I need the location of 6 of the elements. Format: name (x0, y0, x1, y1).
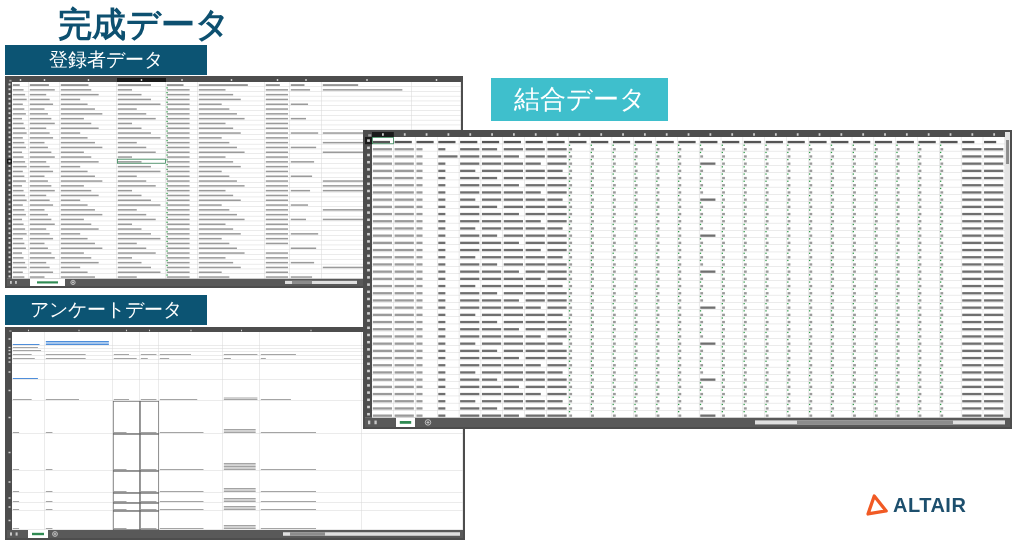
triangle-logo-icon (866, 494, 888, 516)
section-label: アンケートデータ (5, 295, 207, 325)
logo-text: ALTAIR (893, 495, 967, 515)
section-label: 結合データ (491, 78, 668, 121)
slide-title: 完成データ (58, 4, 230, 45)
section-label: 登録者データ (5, 45, 207, 75)
